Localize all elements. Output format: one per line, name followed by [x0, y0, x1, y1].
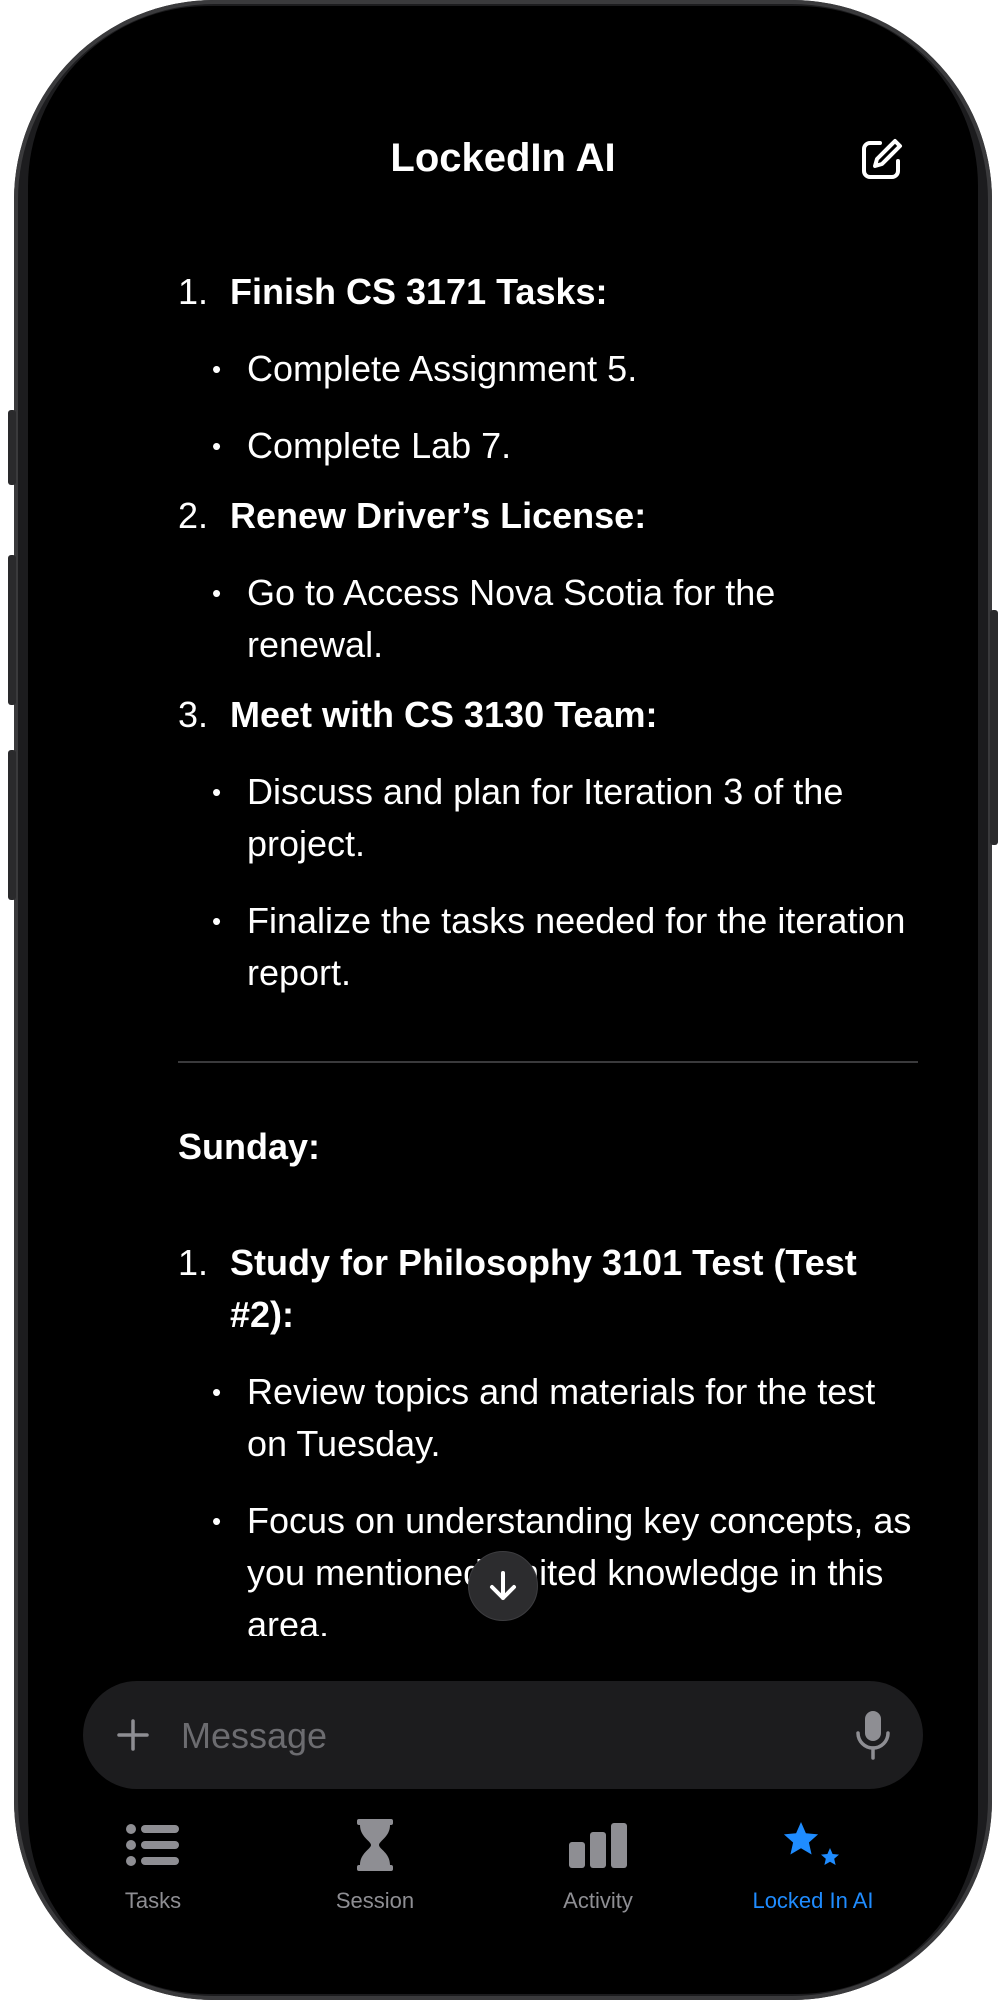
tab-locked-in-ai[interactable]: Locked In AI: [728, 1816, 898, 1926]
action-button: [8, 410, 16, 485]
bullet-item: Review topics and materials for the test…: [178, 1366, 918, 1470]
bullet-item: Complete Assignment 5.: [178, 343, 918, 395]
divider: [178, 1061, 918, 1063]
list-item-title: Finish CS 3171 Tasks:: [230, 271, 608, 312]
scroll-to-bottom-button[interactable]: [468, 1551, 538, 1621]
power-button: [990, 610, 998, 845]
tab-session[interactable]: Session: [290, 1816, 460, 1926]
volume-down-button: [8, 750, 16, 900]
list-item-title: Meet with CS 3130 Team:: [230, 694, 658, 735]
list-item-title: Renew Driver’s License:: [230, 495, 647, 536]
bullet-item: Discuss and plan for Iteration 3 of the …: [178, 766, 918, 870]
attach-button[interactable]: [113, 1715, 153, 1755]
tab-label: Session: [335, 1888, 415, 1913]
tab-label: Activity: [563, 1888, 633, 1913]
message-composer: [83, 1681, 923, 1789]
bar-chart-icon: [569, 1823, 627, 1868]
list-item: 2. Renew Driver’s License:: [178, 490, 918, 542]
phone-screen: LockedIn AI 1. Finish CS 3171 Tasks: Com…: [28, 6, 978, 1994]
task-list-section: 1. Finish CS 3171 Tasks: Complete Assign…: [178, 266, 918, 999]
list-icon: [126, 1824, 179, 1866]
arrow-down-icon: [490, 1571, 516, 1600]
message-input[interactable]: [179, 1705, 783, 1767]
tab-bar: Tasks Session Activity Locked In AI: [28, 1816, 978, 1936]
microphone-icon: [856, 1711, 890, 1760]
stars-icon: [783, 1822, 839, 1865]
list-item: 3. Meet with CS 3130 Team:: [178, 689, 918, 741]
list-item: 1. Finish CS 3171 Tasks:: [178, 266, 918, 318]
bullet-item: Focus on understanding key concepts, as …: [178, 1495, 918, 1636]
tab-activity[interactable]: Activity: [513, 1816, 683, 1926]
list-item: 1. Study for Philosophy 3101 Test (Test …: [178, 1237, 918, 1341]
hourglass-icon: [357, 1819, 393, 1871]
sunday-list-section: 1. Study for Philosophy 3101 Test (Test …: [178, 1237, 918, 1636]
microphone-button[interactable]: [853, 1709, 893, 1761]
tab-label: Tasks: [124, 1888, 182, 1913]
plus-icon: [117, 1719, 149, 1751]
tab-tasks[interactable]: Tasks: [68, 1816, 238, 1926]
page-title: LockedIn AI: [390, 136, 616, 180]
bullet-item: Finalize the tasks needed for the iterat…: [178, 895, 918, 999]
section-heading: Sunday:: [178, 1126, 321, 1167]
list-number: 1.: [178, 1242, 209, 1283]
list-number: 3.: [178, 694, 209, 735]
volume-up-button: [8, 555, 16, 705]
new-chat-button[interactable]: [858, 137, 904, 183]
compose-icon: [862, 139, 902, 179]
nav-header: LockedIn AI: [28, 6, 978, 226]
chat-message: 1. Finish CS 3171 Tasks: Complete Assign…: [178, 266, 918, 1636]
bullet-item: Go to Access Nova Scotia for the renewal…: [178, 567, 918, 671]
list-number: 1.: [178, 271, 209, 312]
list-number: 2.: [178, 495, 209, 536]
tab-label: Locked In AI: [752, 1888, 874, 1913]
list-item-title: Study for Philosophy 3101 Test (Test #2)…: [230, 1242, 857, 1335]
bullet-item: Complete Lab 7.: [178, 420, 918, 472]
